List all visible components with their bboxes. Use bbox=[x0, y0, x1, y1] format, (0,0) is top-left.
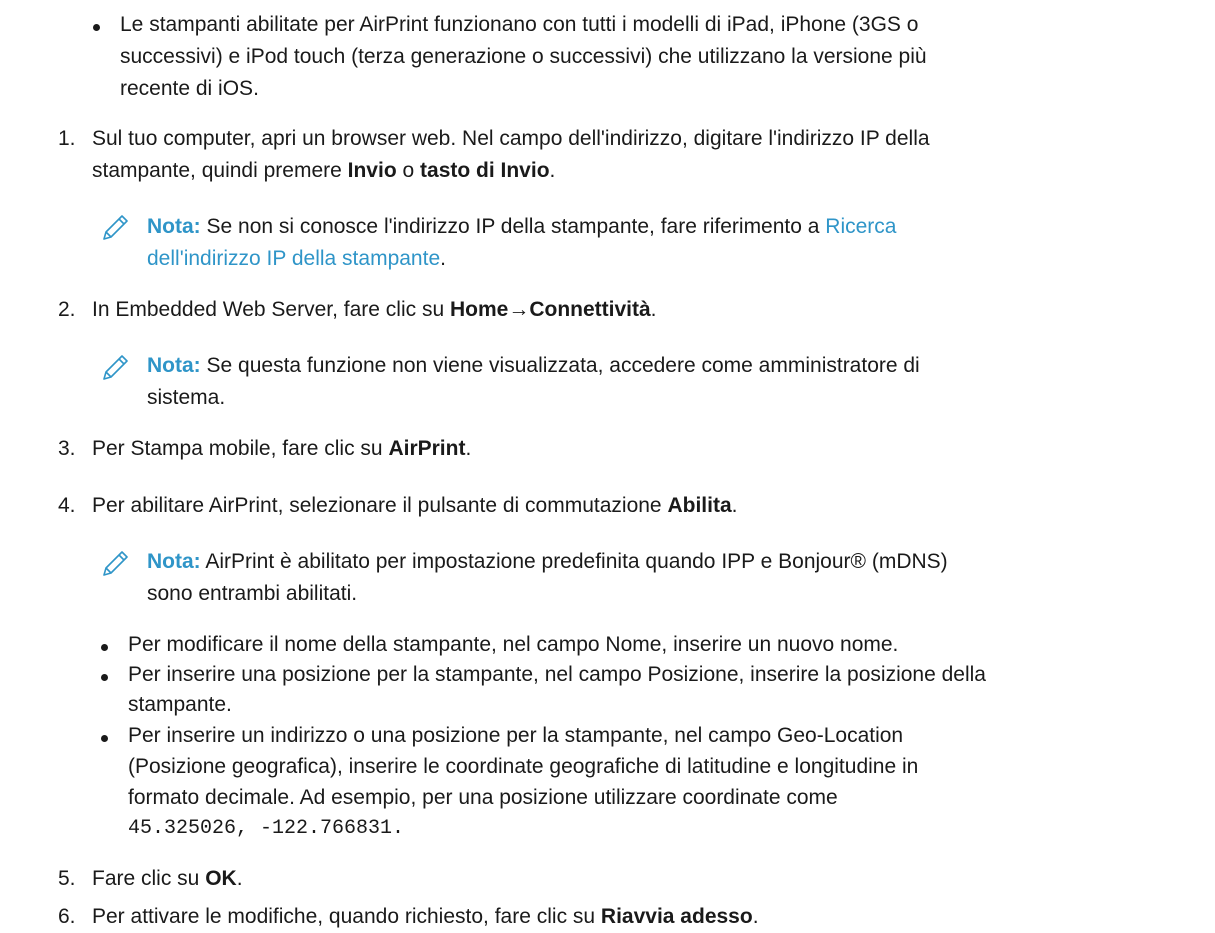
note-1-line-2: dell'indirizzo IP della stampante. bbox=[147, 247, 446, 270]
note-3-line-1: Nota: AirPrint è abilitato per impostazi… bbox=[147, 550, 948, 573]
ip-address-link-cont[interactable]: dell'indirizzo IP della stampante bbox=[147, 247, 440, 270]
key-invio: Invio bbox=[347, 159, 397, 182]
coordinates-example: 45.325026, -122.766831. bbox=[128, 817, 405, 840]
pencil-icon bbox=[103, 355, 128, 380]
note-2-line-1: Nota: Se questa funzione non viene visua… bbox=[147, 354, 920, 377]
sub-bullet-2-line-2: stampante. bbox=[128, 693, 232, 716]
ip-address-link[interactable]: Ricerca bbox=[825, 215, 896, 238]
note-3-line-2: sono entrambi abilitati. bbox=[147, 582, 358, 605]
sub-bullet-1: Per modificare il nome della stampante, … bbox=[128, 633, 899, 656]
sub-bullet-3-line-3: formato decimale. Ad esempio, per una po… bbox=[128, 786, 838, 809]
note-1-line-1: Nota: Se non si conosce l'indirizzo IP d… bbox=[147, 215, 897, 238]
step-number: 3. bbox=[58, 437, 76, 460]
step-1-line-2: stampante, quindi premere Invio o tasto … bbox=[92, 159, 556, 182]
note-label: Nota: bbox=[147, 354, 201, 377]
step-number: 1. bbox=[58, 127, 76, 150]
step-number: 4. bbox=[58, 494, 76, 517]
intro-bullet-line-2: successivi) e iPod touch (terza generazi… bbox=[120, 45, 927, 68]
step-5-text: Fare clic su OK. bbox=[92, 867, 243, 890]
menu-home: Home bbox=[449, 298, 509, 321]
step-number: 2. bbox=[58, 298, 76, 321]
pencil-icon bbox=[103, 551, 128, 576]
intro-bullet-line-1: Le stampanti abilitate per AirPrint funz… bbox=[120, 13, 919, 36]
document-page: Le stampanti abilitate per AirPrint funz… bbox=[0, 0, 1215, 933]
sub-bullet-3-line-1: Per inserire un indirizzo o una posizion… bbox=[128, 724, 904, 747]
bullet-dot bbox=[93, 24, 100, 31]
restart-now-label: Riavvia adesso bbox=[600, 905, 753, 928]
airprint-label: AirPrint bbox=[388, 437, 466, 460]
arrow-icon: → bbox=[508, 298, 530, 321]
step-4-text: Per abilitare AirPrint, selezionare il p… bbox=[92, 494, 738, 517]
step-number: 6. bbox=[58, 905, 76, 928]
bullet-dot bbox=[101, 644, 108, 651]
sub-bullet-2-line-1: Per inserire una posizione per la stampa… bbox=[128, 663, 986, 686]
note-label: Nota: bbox=[147, 550, 201, 573]
bullet-dot bbox=[101, 735, 108, 742]
ok-label: OK bbox=[205, 867, 237, 890]
pencil-icon bbox=[103, 215, 128, 240]
sub-bullet-3-line-2: (Posizione geografica), inserire le coor… bbox=[128, 755, 919, 778]
step-2-text: In Embedded Web Server, fare clic su Hom… bbox=[92, 298, 657, 321]
note-2-line-2: sistema. bbox=[147, 386, 226, 409]
note-label: Nota: bbox=[147, 215, 201, 238]
intro-bullet-line-3: recente di iOS. bbox=[120, 77, 259, 100]
key-tasto-invio: tasto di Invio bbox=[420, 159, 550, 182]
step-6-text: Per attivare le modifiche, quando richie… bbox=[92, 905, 759, 928]
step-number: 5. bbox=[58, 867, 76, 890]
bullet-dot bbox=[101, 674, 108, 681]
enable-label: Abilita bbox=[667, 494, 732, 517]
step-1-line-1: Sul tuo computer, apri un browser web. N… bbox=[92, 127, 930, 150]
menu-connettivita: Connettività bbox=[529, 298, 651, 321]
step-3-text: Per Stampa mobile, fare clic su AirPrint… bbox=[92, 437, 472, 460]
